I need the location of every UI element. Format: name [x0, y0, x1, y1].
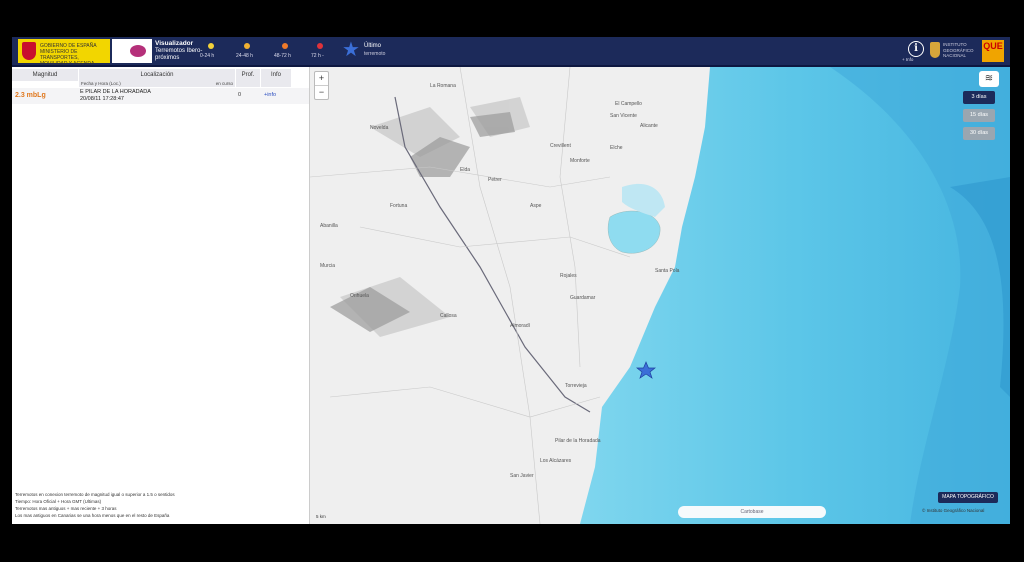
- svg-text:San Vicente: San Vicente: [610, 113, 637, 119]
- last-quake-label[interactable]: Último terremoto: [364, 42, 385, 58]
- info-icon[interactable]: i: [908, 41, 924, 57]
- time-button-3-days[interactable]: 3 días: [963, 91, 995, 104]
- legend-label-48-72h: 48-72 h: [274, 53, 291, 59]
- col-subheader-location: Fecha y Hora (Loc.) en curso: [79, 81, 235, 87]
- coat-of-arms-icon: [22, 42, 36, 60]
- svg-text:Almoradí: Almoradí: [510, 323, 531, 329]
- legend-dot-72h: [317, 43, 323, 49]
- magnitude-value: 2.3 mbLg: [15, 92, 46, 99]
- svg-text:Rojales: Rojales: [560, 273, 577, 279]
- svg-text:Pilar de la Horadada: Pilar de la Horadada: [555, 438, 601, 444]
- svg-text:La Romana: La Romana: [430, 83, 456, 89]
- svg-text:Los Alcázares: Los Alcázares: [540, 458, 572, 464]
- legend-label-0-24h: 0-24 h: [200, 53, 215, 59]
- svg-text:Elche: Elche: [610, 145, 623, 151]
- depth-value: 0: [238, 92, 242, 98]
- map-view[interactable]: La Romana Novelda Elda Petrer Monforte A…: [310, 67, 1010, 524]
- svg-text:Crevillent: Crevillent: [550, 143, 571, 149]
- footnotes: Terremotos en conexion terremoto de magn…: [15, 492, 175, 518]
- svg-text:Aspe: Aspe: [530, 203, 542, 209]
- legend-dot-24-48h: [244, 43, 250, 49]
- map-canvas[interactable]: La Romana Novelda Elda Petrer Monforte A…: [310, 67, 1010, 524]
- government-logo: GOBIERNO DE ESPAÑA MINISTERIO DE TRANSPO…: [18, 39, 110, 73]
- app-title: Visualizador Terremotos Ibero-próximos: [155, 40, 203, 61]
- svg-text:Santa Pola: Santa Pola: [655, 268, 680, 274]
- header-bar: GOBIERNO DE ESPAÑA MINISTERIO DE TRANSPO…: [12, 37, 1010, 73]
- app-window: GOBIERNO DE ESPAÑA MINISTERIO DE TRANSPO…: [12, 37, 1010, 524]
- table-row[interactable]: 2.3 mbLg E PILAR DE LA HORADADA 20/08/11 …: [12, 88, 309, 104]
- layers-icon[interactable]: ≋: [979, 71, 999, 87]
- svg-text:Fortuna: Fortuna: [390, 203, 407, 209]
- svg-text:Guardamar: Guardamar: [570, 295, 596, 301]
- location-cell: E PILAR DE LA HORADADA 20/08/11 17:28:47: [80, 89, 151, 102]
- zoom-control: + −: [314, 71, 329, 100]
- col-header-depth[interactable]: Prof.: [236, 69, 261, 87]
- svg-text:Murcia: Murcia: [320, 263, 335, 269]
- map-attribution: © Instituto Geográfico Nacional: [922, 508, 985, 513]
- map-type-button[interactable]: MAPA TOPOGRÁFICO: [938, 492, 998, 503]
- earthquake-list-panel: Magnitud Localización Fecha y Hora (Loc.…: [12, 67, 310, 524]
- map-scale: 5 km: [316, 514, 326, 519]
- info-label[interactable]: + Info: [902, 57, 913, 62]
- col-header-magnitude[interactable]: Magnitud: [12, 69, 79, 81]
- svg-text:Petrer: Petrer: [488, 177, 502, 183]
- legend-dot-48-72h: [282, 43, 288, 49]
- svg-text:Torrevieja: Torrevieja: [565, 383, 587, 389]
- zoom-in-button[interactable]: +: [315, 72, 328, 86]
- svg-text:Alicante: Alicante: [640, 123, 658, 129]
- legend-label-72h: 72 h -: [311, 53, 324, 59]
- svg-text:Novelda: Novelda: [370, 125, 389, 131]
- institute-crest-icon: [930, 42, 940, 58]
- last-quake-star-icon[interactable]: ★: [342, 39, 360, 61]
- svg-text:Elda: Elda: [460, 167, 470, 173]
- svg-text:El Campello: El Campello: [615, 101, 642, 107]
- institute-text: INSTITUTO GEOGRÁFICO NACIONAL: [943, 42, 974, 58]
- svg-text:Callosa: Callosa: [440, 313, 457, 319]
- svg-text:San Javier: San Javier: [510, 473, 534, 479]
- col-header-info[interactable]: Info: [261, 69, 292, 87]
- time-button-15-days[interactable]: 15 días: [963, 109, 995, 122]
- que-logo[interactable]: QUE: [982, 40, 1004, 62]
- legend-label-24-48h: 24-48 h: [236, 53, 253, 59]
- svg-text:Orihuela: Orihuela: [350, 293, 369, 299]
- ign-logo: [112, 39, 152, 63]
- basemap-bar[interactable]: Cartobase: [678, 506, 826, 518]
- zoom-out-button[interactable]: −: [315, 86, 328, 99]
- col-header-location[interactable]: Localización: [79, 69, 236, 81]
- info-link[interactable]: +info: [264, 92, 276, 98]
- svg-text:Monforte: Monforte: [570, 158, 590, 164]
- time-button-30-days[interactable]: 30 días: [963, 127, 995, 140]
- svg-text:Abanilla: Abanilla: [320, 223, 338, 229]
- legend-dot-0-24h: [208, 43, 214, 49]
